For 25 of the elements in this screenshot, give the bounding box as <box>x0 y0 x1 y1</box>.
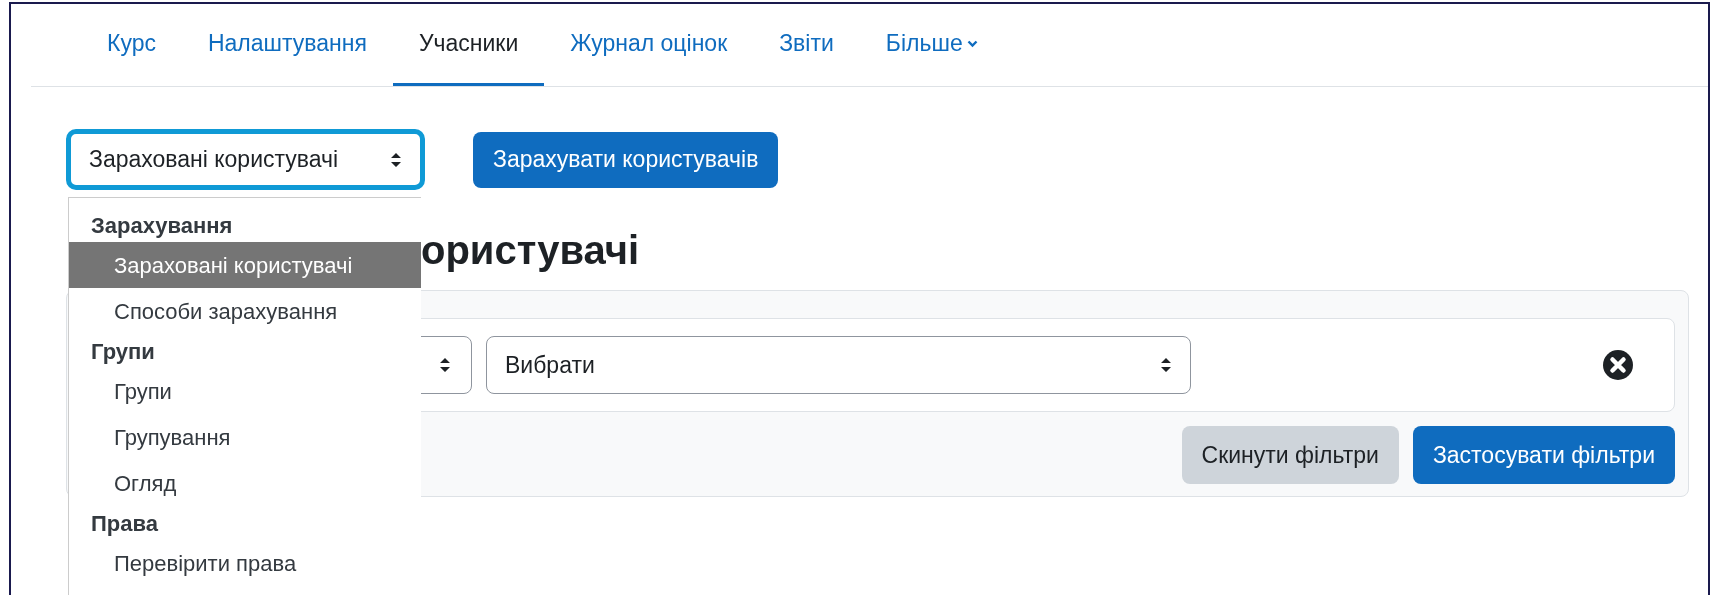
page-heading: ористувачі <box>421 230 641 270</box>
nav-tab[interactable]: Учасники <box>392 4 545 86</box>
dropdown-item[interactable]: Зараховані користувачі <box>69 242 421 288</box>
reset-filters-button[interactable]: Скинути фільтри <box>1181 426 1399 484</box>
enrol-users-button[interactable]: Зарахувати користувачів <box>473 131 779 188</box>
dropdown-group-label: Зарахування <box>90 211 234 240</box>
nav-tab[interactable]: Налаштування <box>181 4 393 86</box>
dropdown-group-label: Права <box>90 509 159 538</box>
sort-caret-icon <box>1160 357 1172 373</box>
dropdown-item[interactable]: Групування <box>69 414 421 460</box>
nav-tab[interactable]: Курс <box>81 4 182 86</box>
sort-caret-icon <box>390 151 402 168</box>
dropdown-item[interactable]: Перевірити права <box>69 540 421 586</box>
dropdown-item[interactable]: Способи зарахування <box>69 288 421 334</box>
nav-tab[interactable]: Звіти <box>753 4 860 86</box>
close-icon[interactable] <box>1602 349 1634 381</box>
sort-caret-icon <box>439 357 451 373</box>
filter-value-select[interactable]: Вибрати <box>486 336 1191 394</box>
dropdown-group-label: Групи <box>90 337 156 366</box>
nav-tab[interactable]: Журнал оцінок <box>544 4 754 86</box>
dropdown-item[interactable]: Огляд <box>69 460 421 506</box>
dropdown-item[interactable]: Групи <box>69 368 421 414</box>
page-select[interactable]: Зараховані користувачі <box>66 129 425 190</box>
nav-tab[interactable]: Більше <box>859 4 1004 86</box>
apply-filters-button[interactable]: Застосувати фільтри <box>1412 426 1675 484</box>
